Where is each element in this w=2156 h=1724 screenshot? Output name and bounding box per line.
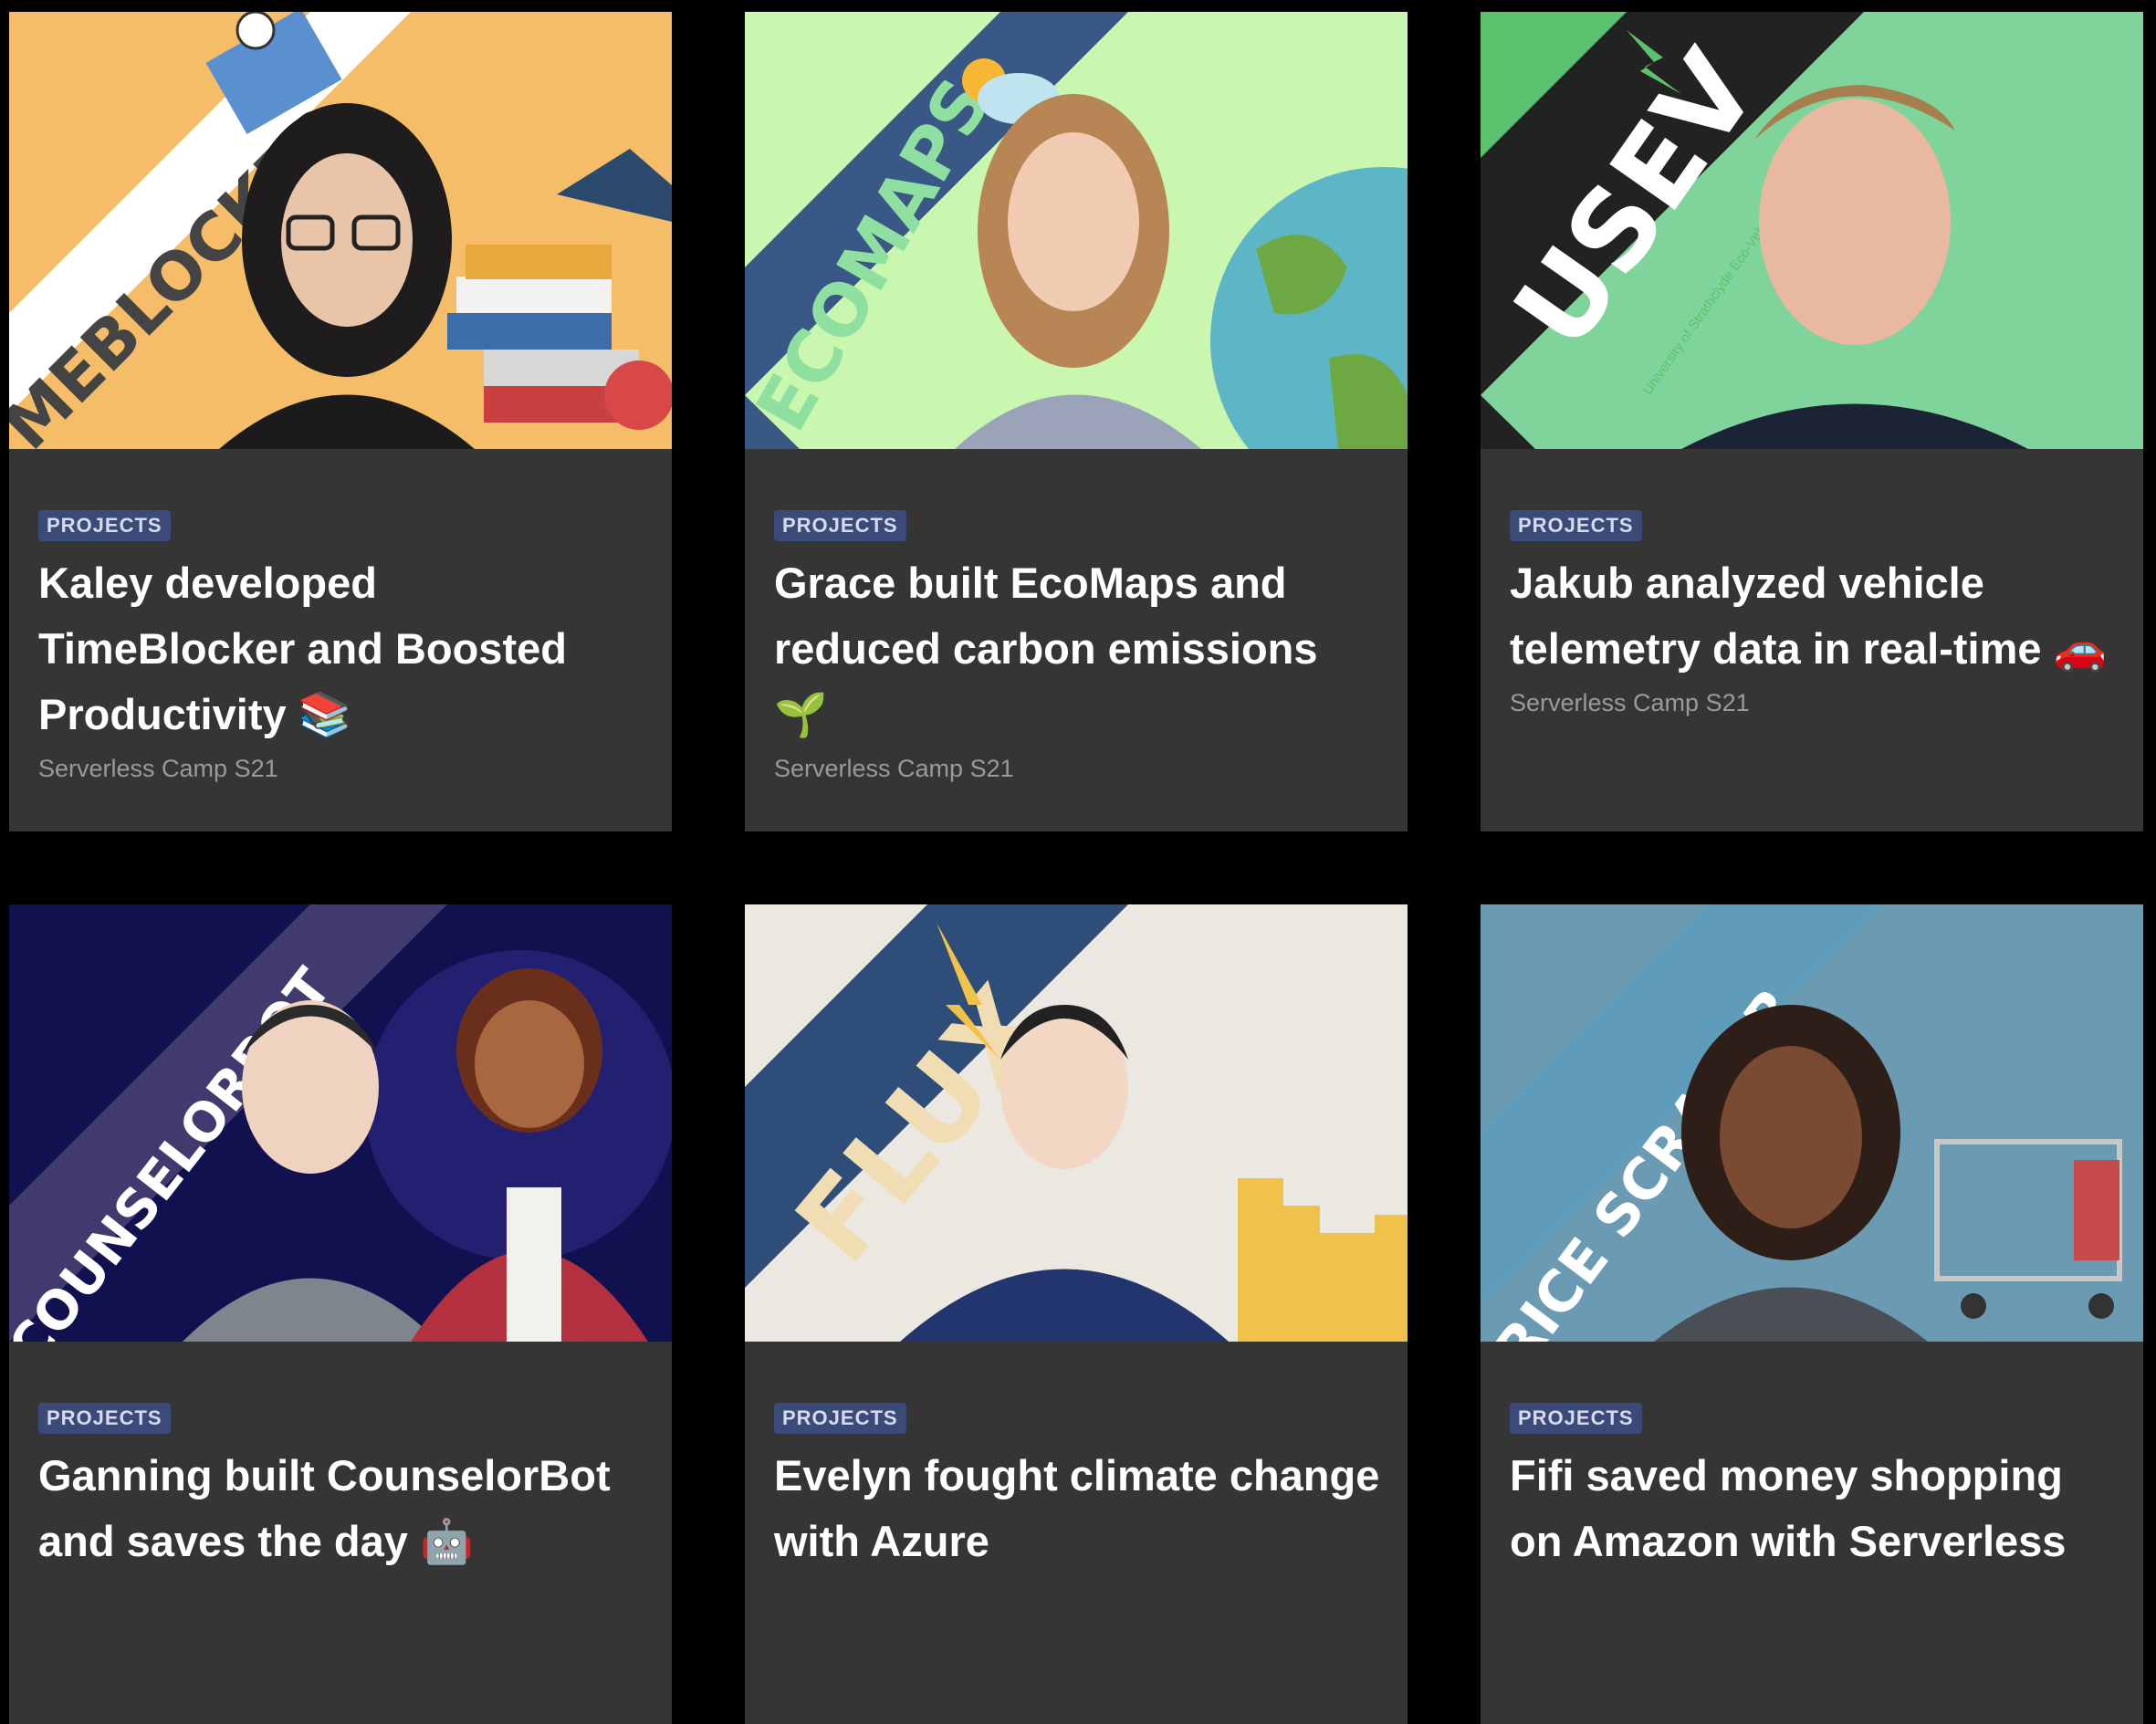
project-card[interactable]: ECOMAPS PROJECTS Grace built EcoMaps and… — [745, 12, 1408, 831]
category-badge[interactable]: PROJECTS — [38, 510, 171, 541]
project-card[interactable]: MEBLOCKER PROJECTS Kaley developed TimeB… — [9, 12, 672, 831]
thumbnail-illustration: USEV University of Strathclyde Eco-Vehic… — [1481, 12, 2143, 449]
category-badge[interactable]: PROJECTS — [774, 510, 906, 541]
card-thumbnail: USEV University of Strathclyde Eco-Vehic… — [1481, 12, 2143, 449]
category-badge[interactable]: PROJECTS — [38, 1403, 171, 1434]
card-title[interactable]: Jakub analyzed vehicle telemetry data in… — [1510, 550, 2116, 682]
card-title[interactable]: Evelyn fought climate change with Azure — [774, 1443, 1380, 1574]
card-body: PROJECTS Fifi saved money shopping on Am… — [1510, 1403, 2116, 1574]
thumbnail-illustration: COUNSELORBOT — [9, 904, 672, 1342]
card-meta: Serverless Camp S21 — [774, 755, 1014, 782]
card-title[interactable]: Grace built EcoMaps and reduced carbon e… — [774, 550, 1380, 747]
card-thumbnail: MEBLOCKER — [9, 12, 672, 449]
card-body: PROJECTS Jakub analyzed vehicle telemetr… — [1510, 510, 2116, 717]
project-card[interactable]: COUNSELORBOT PROJECTS Ganning built Coun… — [9, 904, 672, 1724]
card-body: PROJECTS Ganning built CounselorBot and … — [38, 1403, 644, 1574]
project-card[interactable]: USEV University of Strathclyde Eco-Vehic… — [1481, 12, 2143, 831]
card-thumbnail: PRICE SCRAPER — [1481, 904, 2143, 1342]
card-title[interactable]: Ganning built CounselorBot and saves the… — [38, 1443, 644, 1574]
thumbnail-illustration: PRICE SCRAPER — [1481, 904, 2143, 1342]
card-body: PROJECTS Grace built EcoMaps and reduced… — [774, 510, 1380, 783]
thumbnail-illustration: FLUX — [745, 904, 1408, 1342]
card-thumbnail: ECOMAPS — [745, 12, 1408, 449]
project-card-grid: MEBLOCKER PROJECTS Kaley developed TimeB… — [0, 0, 2156, 1724]
card-meta: Serverless Camp S21 — [38, 755, 278, 782]
card-meta: Serverless Camp S21 — [1510, 689, 1750, 716]
card-body: PROJECTS Kaley developed TimeBlocker and… — [38, 510, 644, 783]
category-badge[interactable]: PROJECTS — [1510, 510, 1642, 541]
card-body: PROJECTS Evelyn fought climate change wi… — [774, 1403, 1380, 1574]
card-thumbnail: FLUX — [745, 904, 1408, 1342]
category-badge[interactable]: PROJECTS — [774, 1403, 906, 1434]
category-badge[interactable]: PROJECTS — [1510, 1403, 1642, 1434]
project-card[interactable]: FLUX PROJECTS Evelyn fought climate chan… — [745, 904, 1408, 1724]
card-title[interactable]: Fifi saved money shopping on Amazon with… — [1510, 1443, 2116, 1574]
card-title[interactable]: Kaley developed TimeBlocker and Boosted … — [38, 550, 644, 747]
thumbnail-illustration: ECOMAPS — [745, 12, 1408, 449]
card-thumbnail: COUNSELORBOT — [9, 904, 672, 1342]
project-card[interactable]: PRICE SCRAPER PROJECTS Fifi saved money … — [1481, 904, 2143, 1724]
thumbnail-illustration: MEBLOCKER — [9, 12, 672, 449]
